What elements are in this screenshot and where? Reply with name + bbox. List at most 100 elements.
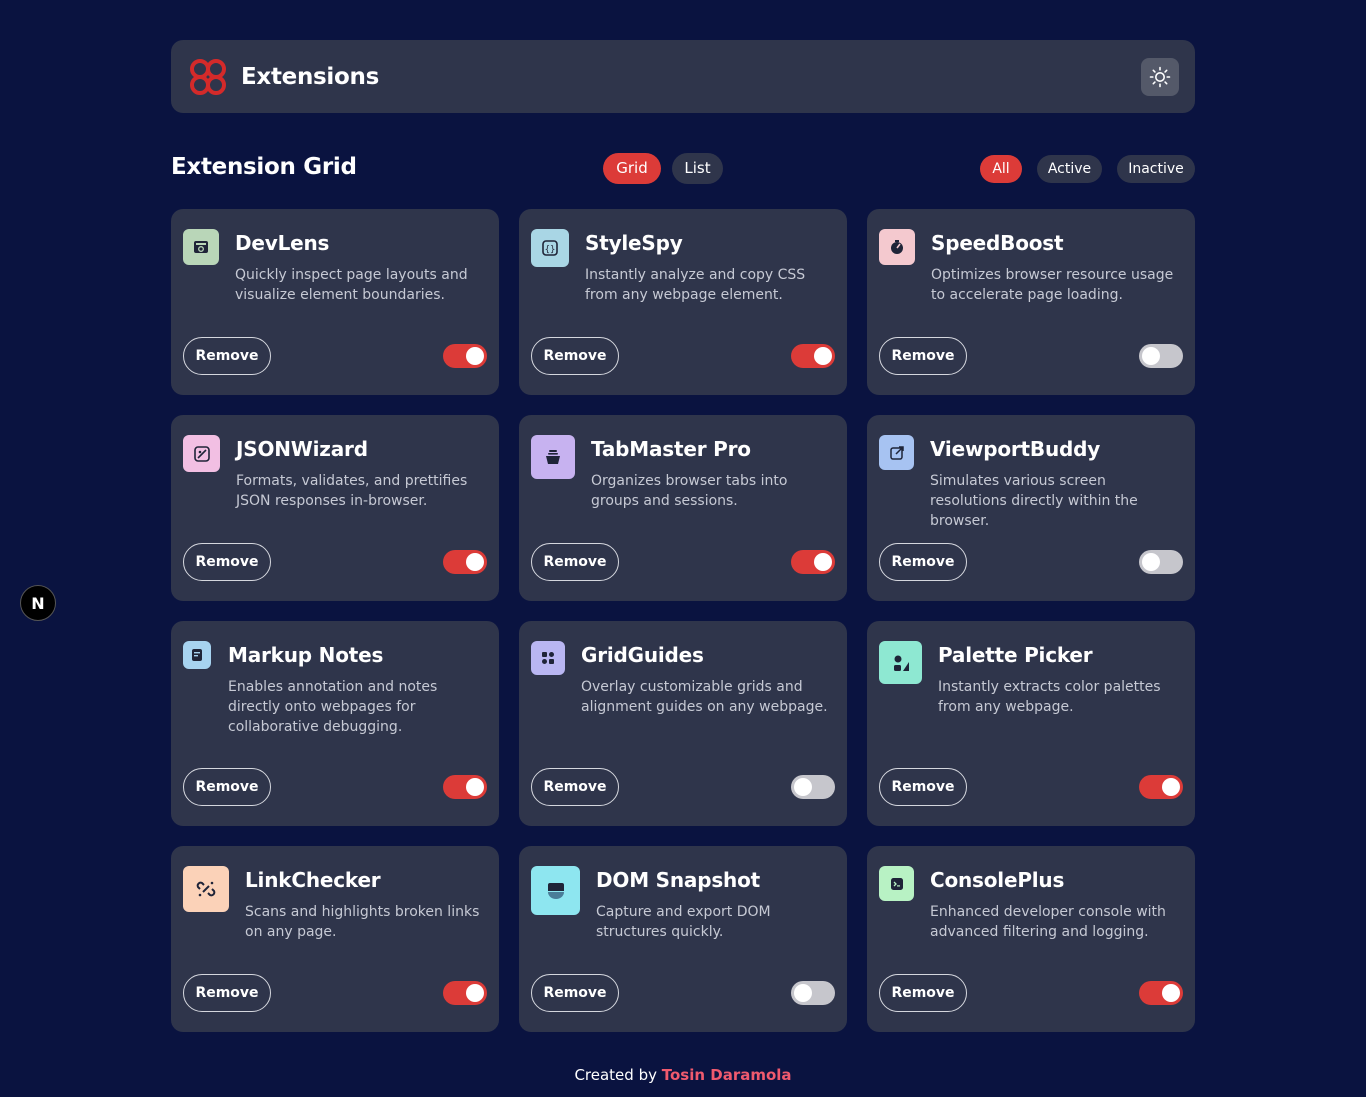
extension-card-gridguides: GridGuides Overlay customizable grids an… xyxy=(519,621,847,826)
remove-button[interactable]: Remove xyxy=(183,543,271,581)
extension-name: JSONWizard xyxy=(236,437,368,461)
dev-badge-label: N xyxy=(31,593,45,613)
remove-button[interactable]: Remove xyxy=(531,974,619,1012)
extension-name: StyleSpy xyxy=(585,231,683,255)
remove-button[interactable]: Remove xyxy=(183,974,271,1012)
extension-name: ConsolePlus xyxy=(930,868,1065,892)
consoleplus-icon xyxy=(879,866,914,901)
tabmaster-icon xyxy=(531,435,575,479)
extension-name: LinkChecker xyxy=(245,868,381,892)
extension-name: Palette Picker xyxy=(938,643,1093,667)
extension-card-speedboost: SpeedBoost Optimizes browser resource us… xyxy=(867,209,1195,395)
extension-description: Instantly extracts color palettes from a… xyxy=(938,679,1161,715)
extension-toggle[interactable] xyxy=(791,344,835,368)
devlens-icon xyxy=(183,229,219,265)
footer-prefix: Created by xyxy=(574,1066,657,1084)
logo-icon xyxy=(190,58,226,95)
extension-description: Overlay customizable grids and alignment… xyxy=(581,679,828,715)
jsonwizard-icon xyxy=(183,435,220,472)
remove-button[interactable]: Remove xyxy=(531,337,619,375)
toggle-knob xyxy=(814,553,832,571)
extension-description: Formats, validates, and prettifies JSON … xyxy=(236,473,468,509)
extension-card-viewportbuddy: ViewportBuddy Simulates various screen r… xyxy=(867,415,1195,601)
toggle-knob xyxy=(466,347,484,365)
gridguides-icon xyxy=(531,641,565,675)
extension-toggle[interactable] xyxy=(791,775,835,799)
remove-button[interactable]: Remove xyxy=(531,543,619,581)
remove-button[interactable]: Remove xyxy=(879,337,967,375)
app-header: Extensions xyxy=(171,40,1195,113)
extension-card-jsonwizard: JSONWizard Formats, validates, and prett… xyxy=(171,415,499,601)
linkchecker-icon xyxy=(183,866,229,912)
extension-description: Instantly analyze and copy CSS from any … xyxy=(585,267,806,303)
toggle-knob xyxy=(1162,984,1180,1002)
extension-toggle[interactable] xyxy=(1139,344,1183,368)
extension-name: GridGuides xyxy=(581,643,704,667)
toggle-knob xyxy=(1142,553,1160,571)
extension-name: SpeedBoost xyxy=(931,231,1064,255)
extension-description: Optimizes browser resource usage to acce… xyxy=(931,267,1174,303)
remove-button[interactable]: Remove xyxy=(531,768,619,806)
extension-toggle[interactable] xyxy=(1139,981,1183,1005)
extension-card-stylespy: {} StyleSpy Instantly analyze and copy C… xyxy=(519,209,847,395)
view-grid-button[interactable]: Grid xyxy=(603,153,661,184)
remove-button[interactable]: Remove xyxy=(879,974,967,1012)
extension-name: DOM Snapshot xyxy=(596,868,760,892)
stylespy-icon: {} xyxy=(531,229,569,267)
toggle-knob xyxy=(814,347,832,365)
toggle-knob xyxy=(466,778,484,796)
theme-toggle-button[interactable] xyxy=(1141,58,1179,96)
toolbar: Extension Grid Grid List All Active Inac… xyxy=(171,153,1195,185)
extension-card-dom-snapshot: DOM Snapshot Capture and export DOM stru… xyxy=(519,846,847,1032)
author-link[interactable]: Tosin Daramola xyxy=(662,1066,792,1084)
dev-tools-badge[interactable]: N xyxy=(20,585,56,621)
extension-toggle[interactable] xyxy=(1139,550,1183,574)
toggle-knob xyxy=(794,984,812,1002)
extension-name: ViewportBuddy xyxy=(930,437,1101,461)
toggle-knob xyxy=(466,553,484,571)
extension-card-palette-picker: Palette Picker Instantly extracts color … xyxy=(867,621,1195,826)
extension-description: Simulates various screen resolutions dir… xyxy=(930,473,1138,529)
filter-all-button[interactable]: All xyxy=(980,155,1022,183)
filter-inactive-button[interactable]: Inactive xyxy=(1117,155,1195,183)
section-title: Extension Grid xyxy=(171,154,357,180)
filter-active-button[interactable]: Active xyxy=(1037,155,1102,183)
toggle-knob xyxy=(1142,347,1160,365)
extension-toggle[interactable] xyxy=(791,550,835,574)
extension-description: Organizes browser tabs into groups and s… xyxy=(591,473,788,509)
extension-toggle[interactable] xyxy=(443,344,487,368)
extension-name: DevLens xyxy=(235,231,330,255)
extension-toggle[interactable] xyxy=(443,775,487,799)
extension-toggle[interactable] xyxy=(443,981,487,1005)
remove-button[interactable]: Remove xyxy=(879,543,967,581)
viewportbuddy-icon xyxy=(879,435,914,470)
extension-card-markup-notes: Markup Notes Enables annotation and note… xyxy=(171,621,499,826)
extension-description: Enables annotation and notes directly on… xyxy=(228,679,438,735)
sun-icon xyxy=(1149,66,1171,88)
extension-name: Markup Notes xyxy=(228,643,384,667)
remove-button[interactable]: Remove xyxy=(183,768,271,806)
extension-toggle[interactable] xyxy=(1139,775,1183,799)
extension-card-devlens: DevLens Quickly inspect page layouts and… xyxy=(171,209,499,395)
extension-card-consoleplus: ConsolePlus Enhanced developer console w… xyxy=(867,846,1195,1032)
markup-notes-icon xyxy=(183,641,211,669)
extension-description: Quickly inspect page layouts and visuali… xyxy=(235,267,468,303)
extension-toggle[interactable] xyxy=(791,981,835,1005)
extension-card-tabmaster-pro: TabMaster Pro Organizes browser tabs int… xyxy=(519,415,847,601)
dom-snapshot-icon xyxy=(531,866,580,915)
extension-toggle[interactable] xyxy=(443,550,487,574)
remove-button[interactable]: Remove xyxy=(183,337,271,375)
footer: Created by Tosin Daramola xyxy=(0,1066,1366,1084)
extension-card-linkchecker: LinkChecker Scans and highlights broken … xyxy=(171,846,499,1032)
extension-description: Enhanced developer console with advanced… xyxy=(930,904,1166,940)
svg-text:{}: {} xyxy=(545,245,556,255)
toggle-knob xyxy=(466,984,484,1002)
extension-description: Scans and highlights broken links on any… xyxy=(245,904,480,940)
extension-name: TabMaster Pro xyxy=(591,437,751,461)
palette-picker-icon xyxy=(879,641,922,684)
extension-description: Capture and export DOM structures quickl… xyxy=(596,904,771,940)
view-list-button[interactable]: List xyxy=(672,153,723,184)
toggle-knob xyxy=(794,778,812,796)
toggle-knob xyxy=(1162,778,1180,796)
remove-button[interactable]: Remove xyxy=(879,768,967,806)
